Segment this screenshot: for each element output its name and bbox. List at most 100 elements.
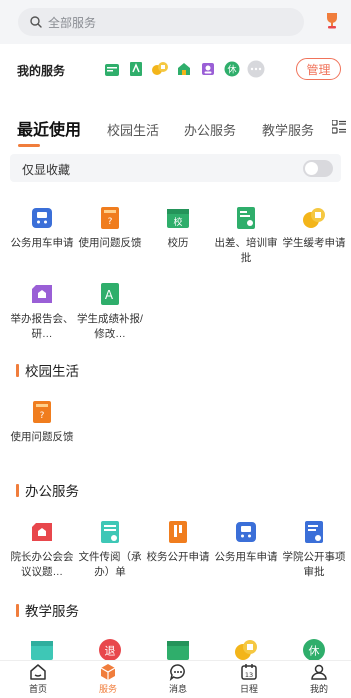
service-label: 院长办公会会议议题… — [10, 551, 74, 578]
favorites-filter: 仅显收藏 — [10, 154, 341, 182]
report-icon — [30, 282, 54, 306]
car-icon — [30, 206, 54, 230]
svg-text:?: ? — [40, 411, 45, 421]
service-feedback[interactable]: ? 使用问题反馈 — [76, 206, 144, 251]
services-sheet: 最近使用 校园生活 办公服务 教学服务 仅显收藏 公务用车申请 ? 使用问题反馈… — [0, 102, 351, 660]
section-marker — [16, 603, 19, 617]
service-president-meeting[interactable]: 院长办公会会议议题… — [8, 520, 76, 580]
trophy-icon[interactable] — [325, 12, 339, 30]
section-office-services: 办公服务 — [16, 480, 79, 500]
service-label: 公务用车申请 — [214, 551, 278, 563]
section-marker — [16, 483, 19, 497]
search-placeholder: 全部服务 — [48, 15, 97, 30]
service-label: 公务用车申请 — [10, 237, 74, 249]
service-college-disclosure[interactable]: 学院公开事项审批 — [280, 520, 348, 580]
exam-icon[interactable] — [151, 60, 169, 78]
section-title: 校园生活 — [25, 364, 79, 379]
leave-badge-text: 休 — [227, 63, 236, 75]
service-label: 校务公开申请 — [146, 551, 210, 563]
schedule-day-badge: 13 — [245, 671, 253, 679]
more-icon[interactable] — [247, 60, 265, 78]
service-official-car[interactable]: 公务用车申请 — [8, 206, 76, 251]
calendar-badge: 校 — [173, 216, 182, 228]
favorites-toggle[interactable] — [303, 160, 333, 177]
service-label: 学生缓考申请 — [282, 237, 346, 249]
notice-icon — [166, 520, 190, 544]
nav-label: 首页 — [28, 684, 47, 694]
feedback-icon: ? — [30, 400, 54, 424]
nav-label: 我的 — [309, 684, 328, 694]
service-official-car[interactable]: 公务用车申请 — [212, 520, 280, 565]
nav-schedule[interactable]: 13 日程 — [227, 663, 271, 695]
grade-icon: A — [98, 282, 122, 306]
calendar-icon — [30, 638, 54, 660]
withdraw-icon: 退 — [98, 638, 122, 660]
section-title: 办公服务 — [25, 484, 79, 499]
my-services-bar: 我的服务 休 管理 — [0, 44, 351, 100]
nav-service[interactable]: 服务 — [86, 663, 130, 695]
service-leave[interactable]: 休 — [280, 638, 348, 660]
withdraw-badge: 退 — [105, 645, 116, 658]
search-icon — [30, 16, 42, 28]
leave-icon[interactable]: 休 — [223, 60, 241, 78]
service-grade-correction[interactable]: A 学生成绩补报/修改… — [76, 282, 144, 342]
active-tab-indicator — [18, 144, 40, 147]
tab-teaching-services[interactable]: 教学服务 — [262, 120, 314, 139]
calendar-icon — [166, 638, 190, 660]
favorites-filter-label: 仅显收藏 — [22, 163, 71, 177]
service-label: 校历 — [167, 237, 189, 249]
service-label: 使用问题反馈 — [78, 237, 142, 249]
service-school-calendar[interactable]: 校 校历 — [144, 206, 212, 251]
leave-badge: 休 — [309, 645, 320, 658]
person-icon[interactable] — [199, 60, 217, 78]
tab-office-services[interactable]: 办公服务 — [184, 120, 236, 139]
service-teaching-calendar[interactable] — [8, 638, 76, 660]
nav-home[interactable]: 首页 — [16, 663, 60, 695]
bottom-nav: 首页 服务 消息 13 日程 我的 — [0, 660, 351, 698]
meeting-icon — [30, 520, 54, 544]
building-icon[interactable] — [175, 60, 193, 78]
home-icon — [30, 664, 46, 680]
tab-campus-life[interactable]: 校园生活 — [107, 120, 159, 139]
nav-label: 服务 — [98, 684, 117, 694]
service-business-trip[interactable]: 出差、培训审批 — [212, 206, 280, 266]
toggle-knob — [305, 162, 318, 175]
service-label: 举办报告会、研… — [10, 313, 74, 340]
calendar-icon[interactable] — [103, 60, 121, 78]
section-campus-life: 校园生活 — [16, 360, 79, 380]
svg-text:?: ? — [108, 217, 113, 227]
service-affairs-disclosure[interactable]: 校务公开申请 — [144, 520, 212, 565]
service-school-calendar[interactable] — [144, 638, 212, 660]
category-list-icon[interactable] — [332, 120, 346, 134]
service-tabs: 最近使用 校园生活 办公服务 教学服务 — [0, 116, 351, 142]
section-marker — [16, 363, 19, 377]
message-icon — [169, 664, 185, 681]
leave-icon: 休 — [302, 638, 326, 660]
exam-icon — [302, 206, 326, 230]
service-exam-deferral[interactable]: 学生缓考申请 — [280, 206, 348, 251]
service-label: 使用问题反馈 — [10, 431, 74, 443]
my-services-shortcuts: 休 — [103, 60, 265, 78]
service-feedback[interactable]: ? 使用问题反馈 — [8, 400, 76, 445]
grade-icon[interactable] — [127, 60, 145, 78]
tab-recent[interactable]: 最近使用 — [17, 116, 81, 140]
search-input[interactable]: 全部服务 — [18, 8, 304, 36]
service-lecture-report[interactable]: 举办报告会、研… — [8, 282, 76, 342]
service-withdraw[interactable]: 退 — [76, 638, 144, 660]
approval-icon — [302, 520, 326, 544]
nav-messages[interactable]: 消息 — [156, 663, 200, 695]
service-cube-icon — [100, 664, 116, 680]
grade-badge: A — [105, 288, 114, 302]
service-document-circulation[interactable]: 文件传阅（承办）单 — [76, 520, 144, 580]
service-exam-deferral[interactable] — [212, 638, 280, 660]
document-icon — [98, 520, 122, 544]
section-teaching-services: 教学服务 — [16, 600, 79, 620]
nav-label: 消息 — [168, 684, 187, 694]
car-icon — [234, 520, 258, 544]
service-label: 学生成绩补报/修改… — [77, 313, 143, 340]
nav-profile[interactable]: 我的 — [297, 663, 341, 695]
user-icon — [311, 664, 327, 680]
manage-button[interactable]: 管理 — [296, 58, 341, 80]
service-label: 出差、培训审批 — [214, 237, 278, 264]
calendar-icon: 13 — [241, 664, 257, 680]
